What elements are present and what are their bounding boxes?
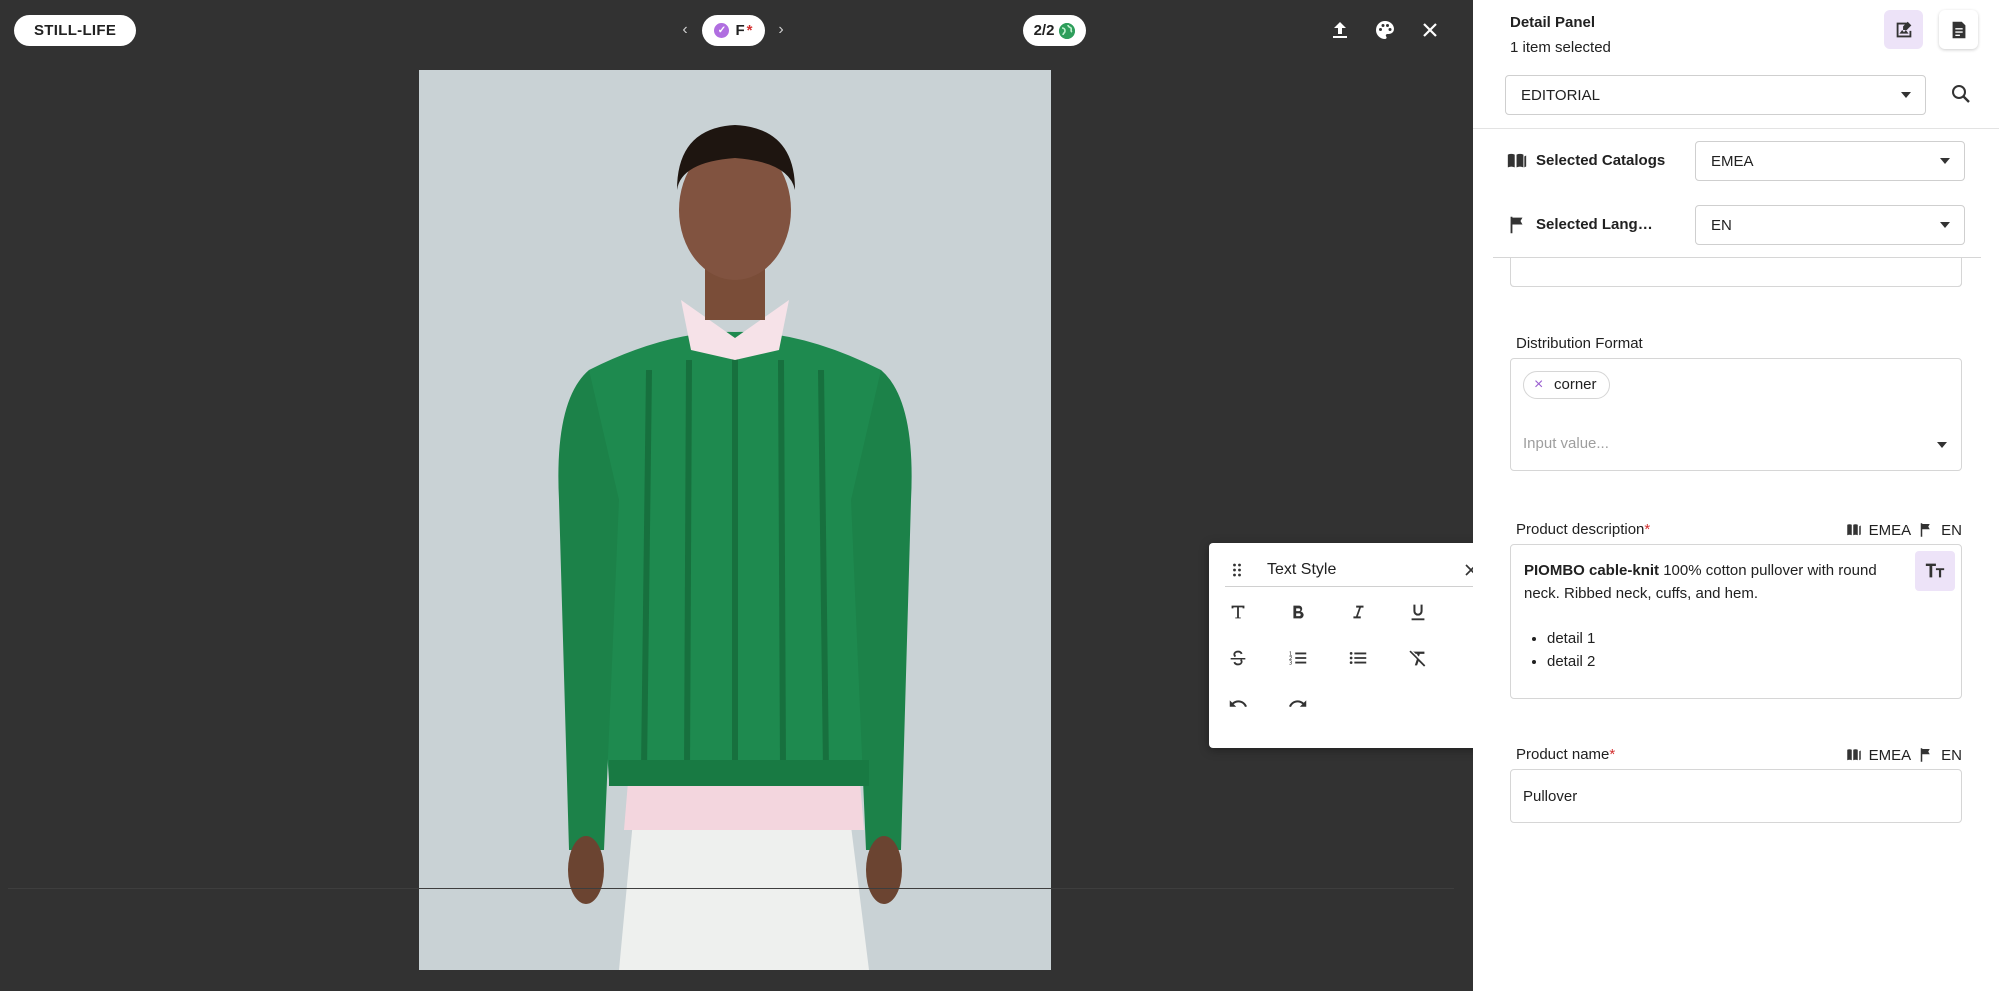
check-badge-icon: ✓ bbox=[714, 23, 730, 38]
globe-icon bbox=[1059, 22, 1076, 39]
product-name-field[interactable]: Pullover bbox=[1510, 769, 1962, 823]
distribution-format-label: Distribution Format bbox=[1516, 335, 1643, 352]
description-bold-text: PIOMBO cable-knit bbox=[1524, 562, 1660, 579]
name-catalog: EMEA bbox=[1868, 746, 1912, 764]
panel-title: Detail Panel bbox=[1510, 14, 1596, 31]
partial-field-box bbox=[1510, 257, 1962, 287]
image-counter: 2/2 bbox=[1033, 22, 1055, 39]
selection-count: 1 item selected bbox=[1510, 39, 1611, 56]
flag-icon bbox=[1920, 523, 1930, 537]
bullet-list-icon[interactable] bbox=[1343, 643, 1373, 673]
bold-icon[interactable] bbox=[1283, 597, 1313, 627]
image-edit-icon[interactable] bbox=[1884, 10, 1923, 49]
image-viewer: STILL-LIFE ‹ ✓ F * › 2/2 bbox=[0, 0, 1473, 991]
svg-text:3: 3 bbox=[1289, 660, 1293, 666]
languages-row: Selected Languages EN bbox=[1473, 193, 1999, 257]
chevron-down-icon bbox=[1901, 92, 1911, 98]
product-description-editor[interactable]: PIOMBO cable-knit 100% cotton pullover w… bbox=[1510, 544, 1962, 699]
panel-header: Detail Panel 1 item selected EDITORIAL S… bbox=[1473, 0, 1999, 258]
tag-chip-corner[interactable]: × corner bbox=[1523, 371, 1610, 399]
tag-label: corner bbox=[1554, 376, 1597, 393]
chevron-down-icon[interactable] bbox=[1937, 442, 1947, 448]
description-language: EN bbox=[1941, 521, 1962, 539]
catalog-book-icon bbox=[1846, 749, 1861, 761]
detail-panel: Distribution Format × corner Input value… bbox=[1473, 0, 1999, 991]
favorite-chip[interactable]: ✓ F * bbox=[702, 15, 765, 46]
undo-icon[interactable] bbox=[1223, 689, 1253, 719]
still-life-chip[interactable]: STILL-LIFE bbox=[14, 15, 137, 46]
product-name-meta: EMEA EN bbox=[1845, 746, 1962, 764]
required-star: * bbox=[746, 22, 753, 39]
remove-tag-icon[interactable]: × bbox=[1534, 372, 1543, 398]
product-name-label: Product name* bbox=[1516, 746, 1615, 763]
catalogs-value: EMEA bbox=[1711, 153, 1754, 170]
previous-arrow-icon[interactable]: ‹ bbox=[677, 20, 693, 40]
underline-icon[interactable] bbox=[1403, 597, 1433, 627]
chevron-down-icon bbox=[1940, 222, 1950, 228]
description-bullets: detail 1 detail 2 bbox=[1547, 627, 1595, 673]
strikethrough-icon[interactable] bbox=[1223, 643, 1253, 673]
numbered-list-icon[interactable]: 123 bbox=[1283, 643, 1313, 673]
distribution-format-field[interactable]: × corner Input value... bbox=[1510, 358, 1962, 471]
document-icon[interactable] bbox=[1939, 10, 1978, 49]
image-counter-chip[interactable]: 2/2 bbox=[1023, 15, 1086, 46]
product-name-value[interactable]: Pullover bbox=[1523, 788, 1577, 805]
close-icon[interactable] bbox=[1418, 18, 1442, 42]
catalogs-label: Selected Catalogs bbox=[1536, 152, 1666, 169]
catalog-book-icon bbox=[1846, 524, 1861, 536]
text-style-header: Text Style bbox=[1225, 553, 1483, 587]
list-item: detail 2 bbox=[1547, 650, 1595, 673]
product-name-label-text: Product name bbox=[1516, 746, 1610, 763]
product-description-meta: EMEA EN bbox=[1845, 521, 1962, 539]
description-catalog: EMEA bbox=[1868, 521, 1912, 539]
languages-select[interactable]: EN bbox=[1695, 205, 1965, 245]
redo-icon[interactable] bbox=[1283, 689, 1313, 719]
flag-icon bbox=[1506, 214, 1528, 236]
upload-icon[interactable] bbox=[1328, 18, 1352, 42]
text-style-popup: Text Style 123 bbox=[1209, 543, 1497, 748]
drag-handle-icon[interactable] bbox=[1225, 558, 1249, 582]
required-star: * bbox=[1644, 521, 1651, 538]
product-description-label: Product description* bbox=[1516, 521, 1650, 538]
model-photo-icon bbox=[419, 70, 1051, 970]
clear-format-icon[interactable] bbox=[1403, 643, 1433, 673]
languages-label: Selected Languages bbox=[1536, 216, 1659, 233]
list-item: detail 1 bbox=[1547, 627, 1595, 650]
favorite-label: F bbox=[735, 22, 745, 39]
palette-icon[interactable] bbox=[1373, 18, 1397, 42]
languages-value: EN bbox=[1711, 217, 1732, 234]
distribution-input[interactable]: Input value... bbox=[1523, 435, 1609, 452]
description-text[interactable]: PIOMBO cable-knit 100% cotton pullover w… bbox=[1524, 559, 1904, 605]
guide-line bbox=[8, 888, 1454, 889]
text-style-toggle-icon[interactable] bbox=[1915, 551, 1955, 591]
next-arrow-icon[interactable]: › bbox=[773, 20, 789, 40]
required-star: * bbox=[1609, 746, 1616, 763]
view-select[interactable]: EDITORIAL bbox=[1505, 75, 1926, 115]
flag-icon bbox=[1920, 748, 1930, 762]
text-style-title: Text Style bbox=[1267, 560, 1337, 578]
product-photo bbox=[419, 70, 1051, 970]
chevron-down-icon bbox=[1940, 158, 1950, 164]
view-select-value: EDITORIAL bbox=[1521, 87, 1600, 104]
search-icon[interactable] bbox=[1949, 82, 1973, 106]
catalogs-select[interactable]: EMEA bbox=[1695, 141, 1965, 181]
text-icon[interactable] bbox=[1223, 597, 1253, 627]
name-language: EN bbox=[1941, 746, 1962, 764]
italic-icon[interactable] bbox=[1343, 597, 1373, 627]
catalogs-row: Selected Catalogs EMEA bbox=[1473, 129, 1999, 193]
product-description-label-text: Product description bbox=[1516, 521, 1645, 538]
catalog-book-icon bbox=[1506, 150, 1528, 172]
